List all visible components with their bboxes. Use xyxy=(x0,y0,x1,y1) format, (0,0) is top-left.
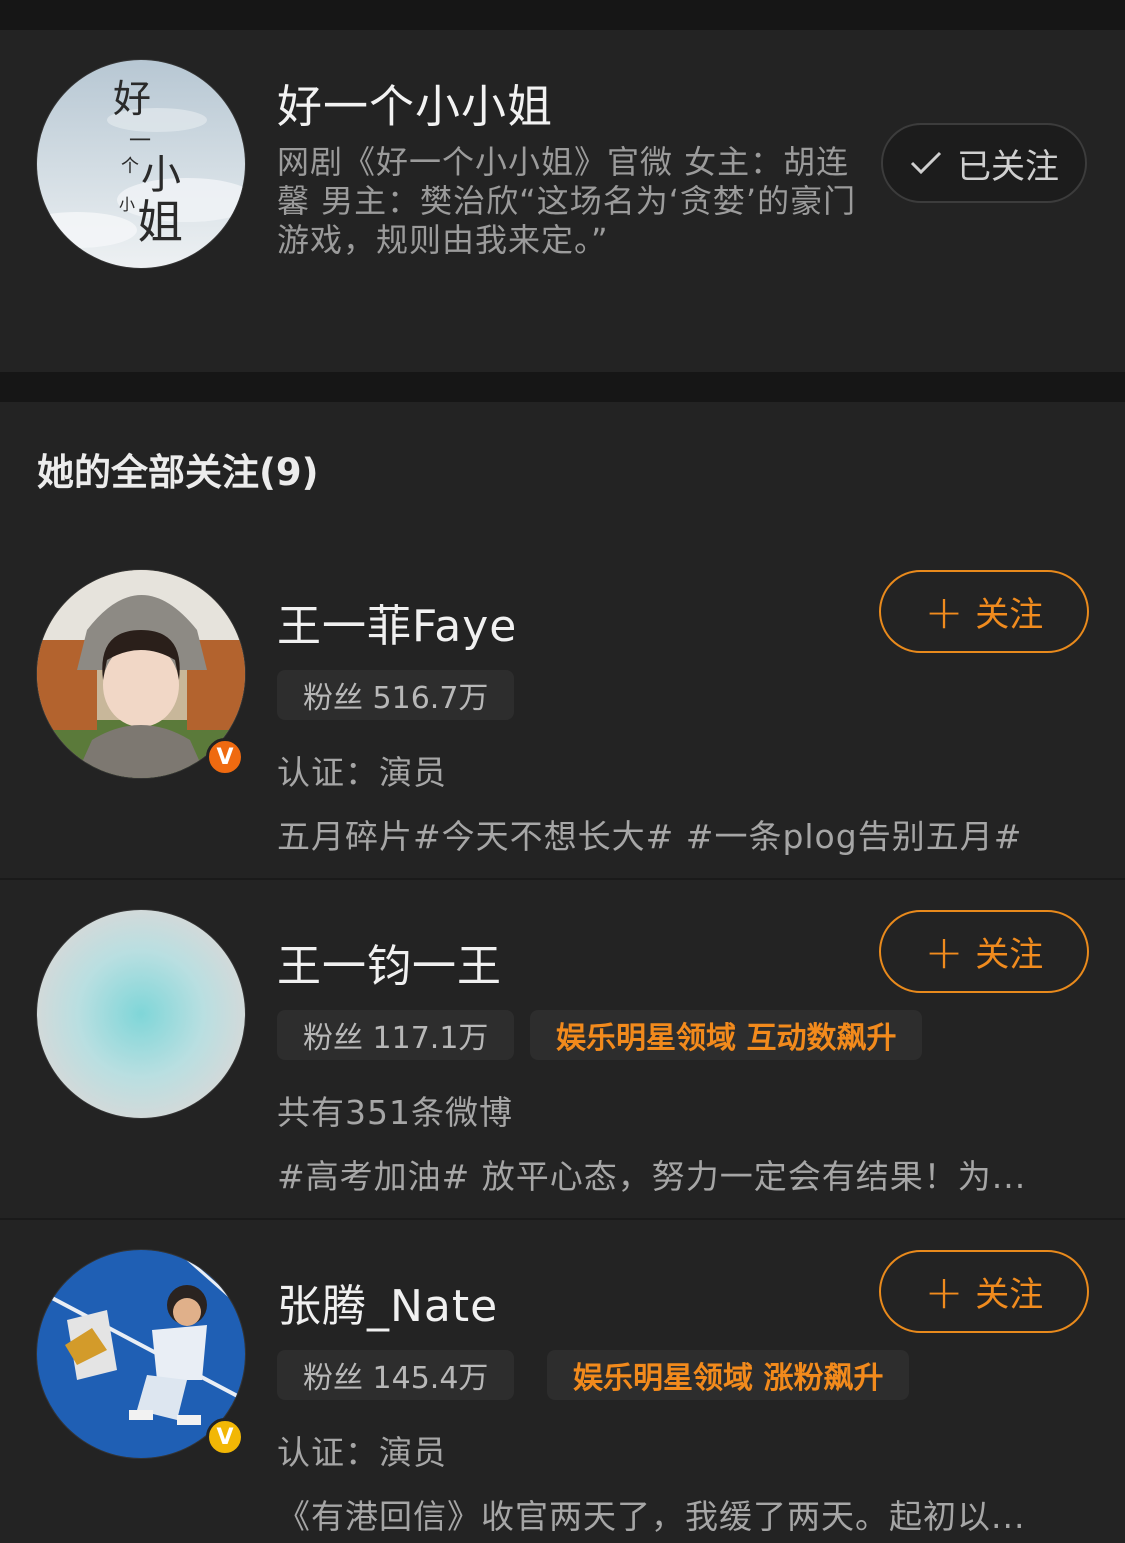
follow-button-label: 关注 xyxy=(975,935,1044,975)
following-list-section: 她的全部关注(9) V 王一菲Faye + 关注 粉丝 516.7万 认证：演员… xyxy=(0,402,1125,1543)
profile-avatar[interactable]: 好 一 个 小 小 姐 xyxy=(37,60,245,268)
top-bar xyxy=(0,0,1125,30)
profile-avatar-image: 好 一 个 小 小 姐 xyxy=(37,60,245,268)
user-meta: 认证：演员 xyxy=(277,753,447,792)
plus-icon: + xyxy=(924,924,964,979)
user-avatar-image xyxy=(37,910,245,1118)
section-title: 她的全部关注(9) xyxy=(37,451,319,494)
fans-count-tag: 粉丝 516.7万 xyxy=(277,670,515,720)
avatar-char: 好 xyxy=(113,79,151,121)
verified-badge-icon: V xyxy=(206,1418,244,1456)
verified-badge-label: V xyxy=(216,744,234,770)
verified-badge-label: V xyxy=(216,1424,234,1450)
follow-button[interactable]: + 关注 xyxy=(879,1250,1089,1333)
follow-button[interactable]: + 关注 xyxy=(879,910,1089,993)
user-meta: 共有351条微博 xyxy=(277,1093,513,1132)
follow-button[interactable]: + 关注 xyxy=(879,570,1089,653)
avatar-char: 个 xyxy=(121,156,139,176)
followed-button-label: 已关注 xyxy=(957,146,1059,187)
follow-button-label: 关注 xyxy=(975,1275,1044,1315)
avatar-char: 小 xyxy=(119,196,135,214)
trending-tag[interactable]: 娱乐明星领域 涨粉飙升 xyxy=(547,1350,910,1400)
user-avatar[interactable] xyxy=(37,910,245,1118)
avatar-char: 一 xyxy=(129,128,151,153)
avatar-char: 姐 xyxy=(137,197,183,248)
plus-icon: + xyxy=(924,584,964,639)
profile-card: 好 一 个 小 小 姐 好一个小小姐 网剧《好一个小小姐》官微 女主：胡连馨 男… xyxy=(0,30,1125,372)
verified-badge-icon: V xyxy=(206,738,244,776)
user-latest-post[interactable]: 五月碎片#今天不想长大# #一条plog告别五月# xyxy=(277,810,1077,858)
row-divider xyxy=(0,878,1125,880)
list-item[interactable]: 王一钧一王 + 关注 粉丝 117.1万 娱乐明星领域 互动数飙升 共有351条… xyxy=(0,910,1125,1218)
profile-bio: 网剧《好一个小小姐》官微 女主：胡连馨 男主：樊治欣“这场名为‘贪婪’的豪门游戏… xyxy=(277,143,857,259)
user-name[interactable]: 王一菲Faye xyxy=(277,590,517,654)
user-name[interactable]: 张腾_Nate xyxy=(277,1270,498,1334)
fans-count-tag: 粉丝 145.4万 xyxy=(277,1350,515,1400)
row-divider xyxy=(0,1218,1125,1220)
user-meta: 认证：演员 xyxy=(277,1433,447,1472)
user-name[interactable]: 王一钧一王 xyxy=(277,930,502,994)
user-latest-post[interactable]: 《有港回信》收官两天了，我缓了两天。起初以... xyxy=(277,1490,1077,1538)
followed-button[interactable]: 已关注 xyxy=(881,123,1087,203)
avatar-char: 小 xyxy=(141,152,181,197)
trending-tag[interactable]: 娱乐明星领域 互动数飙升 xyxy=(530,1010,923,1060)
plus-icon: + xyxy=(924,1264,964,1319)
follow-button-label: 关注 xyxy=(975,595,1044,635)
profile-name: 好一个小小姐 xyxy=(277,80,554,133)
list-item[interactable]: V 王一菲Faye + 关注 粉丝 516.7万 认证：演员 五月碎片#今天不想… xyxy=(0,570,1125,878)
fans-count-tag: 粉丝 117.1万 xyxy=(277,1010,515,1060)
list-item[interactable]: V 张腾_Nate + 关注 粉丝 145.4万 娱乐明星领域 涨粉飙升 认证：… xyxy=(0,1250,1125,1543)
checkmark-icon xyxy=(910,151,942,175)
user-latest-post[interactable]: #高考加油# 放平心态，努力一定会有结果！为... xyxy=(277,1150,1077,1198)
